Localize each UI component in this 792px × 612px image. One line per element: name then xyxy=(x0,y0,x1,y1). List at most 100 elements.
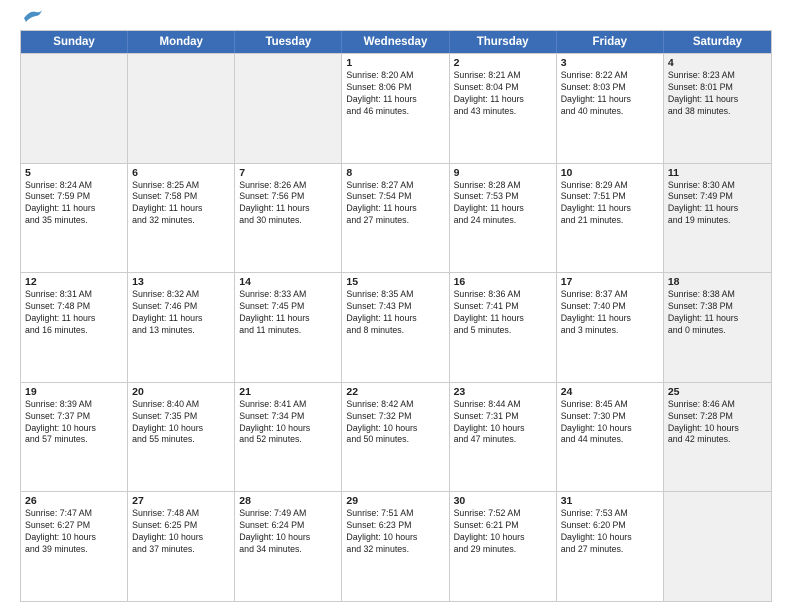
cal-cell: 20Sunrise: 8:40 AM Sunset: 7:35 PM Dayli… xyxy=(128,383,235,492)
day-header-thursday: Thursday xyxy=(450,31,557,53)
header xyxy=(20,16,772,22)
cal-cell xyxy=(21,54,128,163)
day-info: Sunrise: 8:36 AM Sunset: 7:41 PM Dayligh… xyxy=(454,289,552,337)
day-number: 16 xyxy=(454,276,552,288)
day-number: 15 xyxy=(346,276,444,288)
day-number: 24 xyxy=(561,386,659,398)
day-number: 11 xyxy=(668,167,767,179)
cal-cell: 23Sunrise: 8:44 AM Sunset: 7:31 PM Dayli… xyxy=(450,383,557,492)
day-info: Sunrise: 8:38 AM Sunset: 7:38 PM Dayligh… xyxy=(668,289,767,337)
day-header-sunday: Sunday xyxy=(21,31,128,53)
cal-cell: 5Sunrise: 8:24 AM Sunset: 7:59 PM Daylig… xyxy=(21,164,128,273)
cal-cell: 10Sunrise: 8:29 AM Sunset: 7:51 PM Dayli… xyxy=(557,164,664,273)
day-number: 26 xyxy=(25,495,123,507)
day-number: 30 xyxy=(454,495,552,507)
day-info: Sunrise: 7:51 AM Sunset: 6:23 PM Dayligh… xyxy=(346,508,444,556)
cal-cell: 8Sunrise: 8:27 AM Sunset: 7:54 PM Daylig… xyxy=(342,164,449,273)
cal-cell: 2Sunrise: 8:21 AM Sunset: 8:04 PM Daylig… xyxy=(450,54,557,163)
day-info: Sunrise: 8:42 AM Sunset: 7:32 PM Dayligh… xyxy=(346,399,444,447)
day-number: 18 xyxy=(668,276,767,288)
day-header-saturday: Saturday xyxy=(664,31,771,53)
cal-week-5: 26Sunrise: 7:47 AM Sunset: 6:27 PM Dayli… xyxy=(21,491,771,601)
day-header-friday: Friday xyxy=(557,31,664,53)
cal-cell: 11Sunrise: 8:30 AM Sunset: 7:49 PM Dayli… xyxy=(664,164,771,273)
cal-cell: 6Sunrise: 8:25 AM Sunset: 7:58 PM Daylig… xyxy=(128,164,235,273)
cal-cell: 13Sunrise: 8:32 AM Sunset: 7:46 PM Dayli… xyxy=(128,273,235,382)
calendar-body: 1Sunrise: 8:20 AM Sunset: 8:06 PM Daylig… xyxy=(21,53,771,601)
cal-week-4: 19Sunrise: 8:39 AM Sunset: 7:37 PM Dayli… xyxy=(21,382,771,492)
day-number: 31 xyxy=(561,495,659,507)
cal-cell xyxy=(664,492,771,601)
day-number: 19 xyxy=(25,386,123,398)
day-info: Sunrise: 8:24 AM Sunset: 7:59 PM Dayligh… xyxy=(25,180,123,228)
logo xyxy=(20,16,44,22)
day-info: Sunrise: 8:31 AM Sunset: 7:48 PM Dayligh… xyxy=(25,289,123,337)
day-info: Sunrise: 8:40 AM Sunset: 7:35 PM Dayligh… xyxy=(132,399,230,447)
day-info: Sunrise: 8:35 AM Sunset: 7:43 PM Dayligh… xyxy=(346,289,444,337)
day-info: Sunrise: 7:49 AM Sunset: 6:24 PM Dayligh… xyxy=(239,508,337,556)
day-number: 3 xyxy=(561,57,659,69)
day-number: 23 xyxy=(454,386,552,398)
day-header-wednesday: Wednesday xyxy=(342,31,449,53)
cal-week-2: 5Sunrise: 8:24 AM Sunset: 7:59 PM Daylig… xyxy=(21,163,771,273)
logo-bird-icon xyxy=(22,8,44,22)
cal-cell: 4Sunrise: 8:23 AM Sunset: 8:01 PM Daylig… xyxy=(664,54,771,163)
day-info: Sunrise: 8:21 AM Sunset: 8:04 PM Dayligh… xyxy=(454,70,552,118)
day-info: Sunrise: 8:26 AM Sunset: 7:56 PM Dayligh… xyxy=(239,180,337,228)
cal-cell: 14Sunrise: 8:33 AM Sunset: 7:45 PM Dayli… xyxy=(235,273,342,382)
day-info: Sunrise: 8:39 AM Sunset: 7:37 PM Dayligh… xyxy=(25,399,123,447)
day-info: Sunrise: 7:53 AM Sunset: 6:20 PM Dayligh… xyxy=(561,508,659,556)
cal-cell: 22Sunrise: 8:42 AM Sunset: 7:32 PM Dayli… xyxy=(342,383,449,492)
day-info: Sunrise: 8:32 AM Sunset: 7:46 PM Dayligh… xyxy=(132,289,230,337)
page: SundayMondayTuesdayWednesdayThursdayFrid… xyxy=(0,0,792,612)
day-number: 8 xyxy=(346,167,444,179)
day-number: 10 xyxy=(561,167,659,179)
cal-cell: 29Sunrise: 7:51 AM Sunset: 6:23 PM Dayli… xyxy=(342,492,449,601)
day-info: Sunrise: 8:27 AM Sunset: 7:54 PM Dayligh… xyxy=(346,180,444,228)
cal-cell: 24Sunrise: 8:45 AM Sunset: 7:30 PM Dayli… xyxy=(557,383,664,492)
day-number: 4 xyxy=(668,57,767,69)
day-number: 12 xyxy=(25,276,123,288)
day-number: 20 xyxy=(132,386,230,398)
day-info: Sunrise: 8:37 AM Sunset: 7:40 PM Dayligh… xyxy=(561,289,659,337)
day-number: 22 xyxy=(346,386,444,398)
calendar: SundayMondayTuesdayWednesdayThursdayFrid… xyxy=(20,30,772,602)
day-number: 13 xyxy=(132,276,230,288)
day-number: 25 xyxy=(668,386,767,398)
day-header-tuesday: Tuesday xyxy=(235,31,342,53)
day-number: 28 xyxy=(239,495,337,507)
cal-cell: 7Sunrise: 8:26 AM Sunset: 7:56 PM Daylig… xyxy=(235,164,342,273)
day-info: Sunrise: 8:29 AM Sunset: 7:51 PM Dayligh… xyxy=(561,180,659,228)
day-number: 2 xyxy=(454,57,552,69)
cal-cell: 15Sunrise: 8:35 AM Sunset: 7:43 PM Dayli… xyxy=(342,273,449,382)
cal-cell: 12Sunrise: 8:31 AM Sunset: 7:48 PM Dayli… xyxy=(21,273,128,382)
day-number: 29 xyxy=(346,495,444,507)
cal-cell: 26Sunrise: 7:47 AM Sunset: 6:27 PM Dayli… xyxy=(21,492,128,601)
cal-cell: 1Sunrise: 8:20 AM Sunset: 8:06 PM Daylig… xyxy=(342,54,449,163)
day-info: Sunrise: 8:44 AM Sunset: 7:31 PM Dayligh… xyxy=(454,399,552,447)
day-info: Sunrise: 7:48 AM Sunset: 6:25 PM Dayligh… xyxy=(132,508,230,556)
day-info: Sunrise: 8:25 AM Sunset: 7:58 PM Dayligh… xyxy=(132,180,230,228)
day-info: Sunrise: 8:22 AM Sunset: 8:03 PM Dayligh… xyxy=(561,70,659,118)
day-info: Sunrise: 7:47 AM Sunset: 6:27 PM Dayligh… xyxy=(25,508,123,556)
cal-cell: 17Sunrise: 8:37 AM Sunset: 7:40 PM Dayli… xyxy=(557,273,664,382)
cal-cell: 31Sunrise: 7:53 AM Sunset: 6:20 PM Dayli… xyxy=(557,492,664,601)
day-number: 14 xyxy=(239,276,337,288)
cal-cell xyxy=(128,54,235,163)
day-number: 21 xyxy=(239,386,337,398)
calendar-header: SundayMondayTuesdayWednesdayThursdayFrid… xyxy=(21,31,771,53)
day-number: 6 xyxy=(132,167,230,179)
cal-cell: 18Sunrise: 8:38 AM Sunset: 7:38 PM Dayli… xyxy=(664,273,771,382)
cal-cell: 9Sunrise: 8:28 AM Sunset: 7:53 PM Daylig… xyxy=(450,164,557,273)
cal-cell: 3Sunrise: 8:22 AM Sunset: 8:03 PM Daylig… xyxy=(557,54,664,163)
day-info: Sunrise: 8:23 AM Sunset: 8:01 PM Dayligh… xyxy=(668,70,767,118)
day-info: Sunrise: 8:41 AM Sunset: 7:34 PM Dayligh… xyxy=(239,399,337,447)
cal-cell xyxy=(235,54,342,163)
cal-cell: 25Sunrise: 8:46 AM Sunset: 7:28 PM Dayli… xyxy=(664,383,771,492)
cal-cell: 21Sunrise: 8:41 AM Sunset: 7:34 PM Dayli… xyxy=(235,383,342,492)
day-info: Sunrise: 7:52 AM Sunset: 6:21 PM Dayligh… xyxy=(454,508,552,556)
day-info: Sunrise: 8:45 AM Sunset: 7:30 PM Dayligh… xyxy=(561,399,659,447)
day-info: Sunrise: 8:30 AM Sunset: 7:49 PM Dayligh… xyxy=(668,180,767,228)
day-number: 17 xyxy=(561,276,659,288)
cal-cell: 16Sunrise: 8:36 AM Sunset: 7:41 PM Dayli… xyxy=(450,273,557,382)
